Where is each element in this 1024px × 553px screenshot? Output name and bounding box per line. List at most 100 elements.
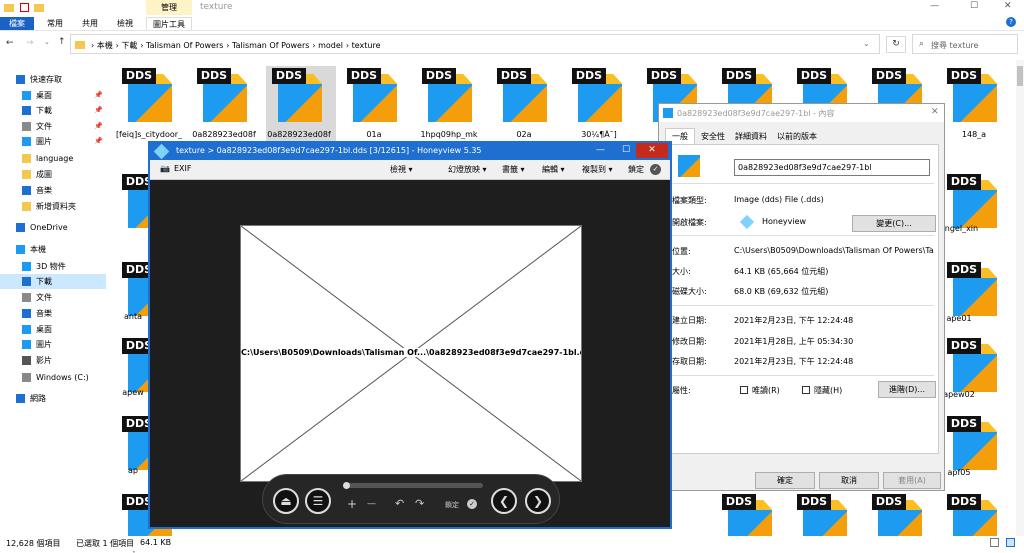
crumb-texture[interactable]: texture <box>352 41 381 50</box>
crumb-model[interactable]: model <box>318 41 343 50</box>
refresh-icon[interactable]: ↻ <box>886 36 906 53</box>
tab-share[interactable]: 共用 <box>75 17 105 30</box>
nav-item[interactable]: 影片 <box>0 353 106 368</box>
details-view-icon[interactable] <box>990 538 999 547</box>
cancel-button[interactable]: 取消 <box>819 472 879 489</box>
nav-item[interactable]: 快速存取 <box>0 72 106 87</box>
crumb-talisman-1[interactable]: Talisman Of Powers <box>146 41 223 50</box>
lock-check-icon[interactable]: ✓ <box>467 499 477 509</box>
nav-item[interactable]: language <box>0 151 106 166</box>
properties-icon[interactable] <box>20 3 29 12</box>
nav-item[interactable]: Windows (C:) <box>0 370 106 385</box>
tab-picture-tools[interactable]: 圖片工具 <box>146 17 192 30</box>
viewer-close-button[interactable]: ✕ <box>636 143 668 158</box>
dds-file-icon[interactable]: DDS <box>947 338 999 394</box>
camera-icon[interactable]: 📷 <box>160 164 170 173</box>
address-dropdown-icon[interactable]: ⌄ <box>863 39 870 48</box>
dds-file-icon[interactable]: DDS <box>197 68 249 124</box>
nav-item[interactable]: 音樂 <box>0 183 106 198</box>
dds-file-icon[interactable]: DDS <box>947 416 999 472</box>
up-icon[interactable]: ↑ <box>58 37 66 47</box>
nav-item[interactable]: 桌面 <box>0 322 106 337</box>
zoom-out-icon[interactable]: — <box>367 499 376 509</box>
ribbon-context-tab[interactable]: 管理 <box>146 0 192 15</box>
copy-to-menu[interactable]: 複製到 ▾ <box>582 164 613 175</box>
dds-file-icon[interactable]: DDS <box>347 68 399 124</box>
rotate-right-icon[interactable]: ↷ <box>415 497 424 510</box>
new-folder-icon[interactable] <box>34 4 44 12</box>
nav-item[interactable]: 桌面 📌 <box>0 88 106 103</box>
advanced-button[interactable]: 進階(D)... <box>878 381 936 398</box>
nav-item[interactable]: 圖片 <box>0 337 106 352</box>
crumb-this-pc[interactable]: 本機 <box>97 41 113 50</box>
viewer-maximize-button[interactable]: ☐ <box>622 145 630 155</box>
seek-slider[interactable] <box>343 482 483 489</box>
tab-home[interactable]: 常用 <box>40 17 70 30</box>
props-close-icon[interactable]: ✕ <box>931 107 939 117</box>
crumb-downloads[interactable]: 下載 <box>121 41 137 50</box>
nav-item[interactable]: 新增資料夾 <box>0 199 106 214</box>
large-icons-view-icon[interactable] <box>1006 538 1015 547</box>
back-icon[interactable]: ← <box>6 38 14 48</box>
pin-icon[interactable]: 📌 <box>94 134 103 149</box>
view-menu[interactable]: 檢視 ▾ <box>390 164 413 175</box>
quick-access-toolbar[interactable] <box>4 3 44 13</box>
dds-file-icon[interactable]: DDS <box>947 68 999 124</box>
tab-view[interactable]: 檢視 <box>110 17 140 30</box>
help-icon[interactable]: ? <box>1006 17 1016 27</box>
dds-file-icon[interactable]: DDS <box>497 68 549 124</box>
nav-item[interactable]: 文件 <box>0 290 106 305</box>
dds-file-icon[interactable]: DDS <box>572 68 624 124</box>
filename-field[interactable]: 0a828923ed08f3e9d7cae297-1bl <box>734 159 930 176</box>
dds-file-icon[interactable]: DDS <box>272 68 324 124</box>
nav-item[interactable]: 下載 <box>0 274 106 289</box>
rotate-left-icon[interactable]: ↶ <box>395 497 404 510</box>
tab-details[interactable]: 詳細資料 <box>735 131 767 142</box>
next-icon[interactable]: ❯ <box>525 488 551 514</box>
zoom-in-icon[interactable]: + <box>347 497 357 511</box>
exif-button[interactable]: EXIF <box>174 164 192 173</box>
nav-item[interactable]: 文件 📌 <box>0 119 106 134</box>
nav-item[interactable]: 下載 📌 <box>0 103 106 118</box>
readonly-checkbox[interactable] <box>740 386 748 394</box>
pin-icon[interactable]: 📌 <box>94 119 103 134</box>
tab-previous-versions[interactable]: 以前的版本 <box>777 131 817 142</box>
nav-item[interactable]: OneDrive <box>0 220 106 235</box>
address-input[interactable]: › 本機 › 下載 › Talisman Of Powers › Talisma… <box>70 34 880 54</box>
dds-file-icon[interactable]: DDS <box>947 174 999 230</box>
apply-button[interactable]: 套用(A) <box>883 472 941 489</box>
breadcrumb[interactable]: › 本機 › 下載 › Talisman Of Powers › Talisma… <box>91 40 381 51</box>
dds-file-icon[interactable]: DDS <box>947 262 999 318</box>
change-button[interactable]: 變更(C)... <box>852 215 936 232</box>
previous-icon[interactable]: ❮ <box>491 488 517 514</box>
pin-icon[interactable]: 📌 <box>94 103 103 118</box>
bookmark-menu[interactable]: 書籤 ▾ <box>502 164 525 175</box>
forward-icon[interactable]: → <box>26 38 34 48</box>
slideshow-menu[interactable]: 幻燈放映 ▾ <box>448 164 487 175</box>
search-input[interactable]: ⌕ 搜尋 texture <box>912 34 1018 54</box>
nav-item[interactable]: 網路 <box>0 391 106 406</box>
nav-item[interactable]: 3D 物件 <box>0 259 106 274</box>
minimize-button[interactable]: — <box>930 1 939 11</box>
scrollbar-thumb[interactable] <box>1017 66 1023 86</box>
nav-item[interactable]: 成圖 <box>0 167 106 182</box>
menu-icon[interactable]: ☰ <box>305 488 331 514</box>
check-icon[interactable]: ✓ <box>650 164 661 175</box>
dds-file-icon[interactable]: DDS <box>422 68 474 124</box>
crumb-talisman-2[interactable]: Talisman Of Powers <box>232 41 309 50</box>
tab-security[interactable]: 安全性 <box>701 131 725 142</box>
nav-item[interactable]: 圖片 📌 <box>0 134 106 149</box>
close-button[interactable]: ✕ <box>1004 1 1012 11</box>
nav-item[interactable]: 本機 <box>0 242 106 257</box>
vertical-scrollbar[interactable] <box>1016 60 1024 536</box>
viewer-minimize-button[interactable]: — <box>596 145 605 155</box>
lock-label[interactable]: 鎖定 <box>445 500 459 510</box>
maximize-button[interactable]: ☐ <box>970 1 978 11</box>
lock-button[interactable]: 鎖定 <box>628 164 644 175</box>
eject-icon[interactable]: ⏏ <box>273 488 299 514</box>
ok-button[interactable]: 確定 <box>755 472 815 489</box>
pin-icon[interactable]: 📌 <box>94 88 103 103</box>
recent-dropdown-icon[interactable]: ⌄ <box>44 38 50 46</box>
dds-file-icon[interactable]: DDS <box>122 68 174 124</box>
seek-knob[interactable] <box>343 482 350 489</box>
